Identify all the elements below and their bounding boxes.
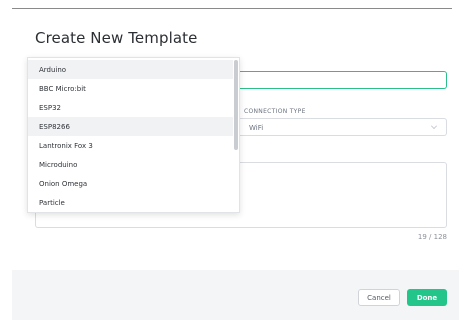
dropdown-option-label: BBC Micro:bit [39,84,86,93]
dropdown-option-label: Microduino [39,160,78,169]
dropdown-option-esp32[interactable]: ESP32 [28,98,234,117]
cancel-button[interactable]: Cancel [358,289,400,306]
dropdown-option-label: Arduino [39,65,67,74]
top-divider [12,8,452,9]
done-button[interactable]: Done [407,289,447,306]
chevron-down-icon [431,123,437,129]
dropdown-scrollbar-track[interactable] [233,58,239,212]
template-name-input[interactable] [238,71,447,89]
dropdown-option-lantronix-fox-3[interactable]: Lantronix Fox 3 [28,136,234,155]
connection-type-select[interactable]: WiFi [240,118,447,136]
dropdown-option-label: ESP8266 [39,122,70,131]
modal-title: Create New Template [35,29,198,47]
dropdown-option-particle[interactable]: Particle [28,193,234,212]
dropdown-option-onion-omega[interactable]: Onion Omega [28,174,234,193]
dropdown-option-label: Lantronix Fox 3 [39,141,93,150]
dropdown-option-label: Particle [39,198,65,207]
dropdown-option-arduino[interactable]: Arduino [28,60,234,79]
dropdown-scrollbar-thumb[interactable] [234,60,238,150]
dropdown-option-microduino[interactable]: Microduino [28,155,234,174]
connection-type-label: CONNECTION TYPE [244,108,306,115]
dropdown-option-bbc-microbit[interactable]: BBC Micro:bit [28,79,234,98]
character-counter: 19 / 128 [417,233,447,241]
dropdown-option-label: ESP32 [39,103,61,112]
hardware-dropdown-list[interactable]: Arduino BBC Micro:bit ESP32 ESP8266 Lant… [27,57,240,213]
connection-type-value: WiFi [249,124,264,132]
dropdown-option-label: Onion Omega [39,179,88,188]
dropdown-option-esp8266[interactable]: ESP8266 [28,117,234,136]
